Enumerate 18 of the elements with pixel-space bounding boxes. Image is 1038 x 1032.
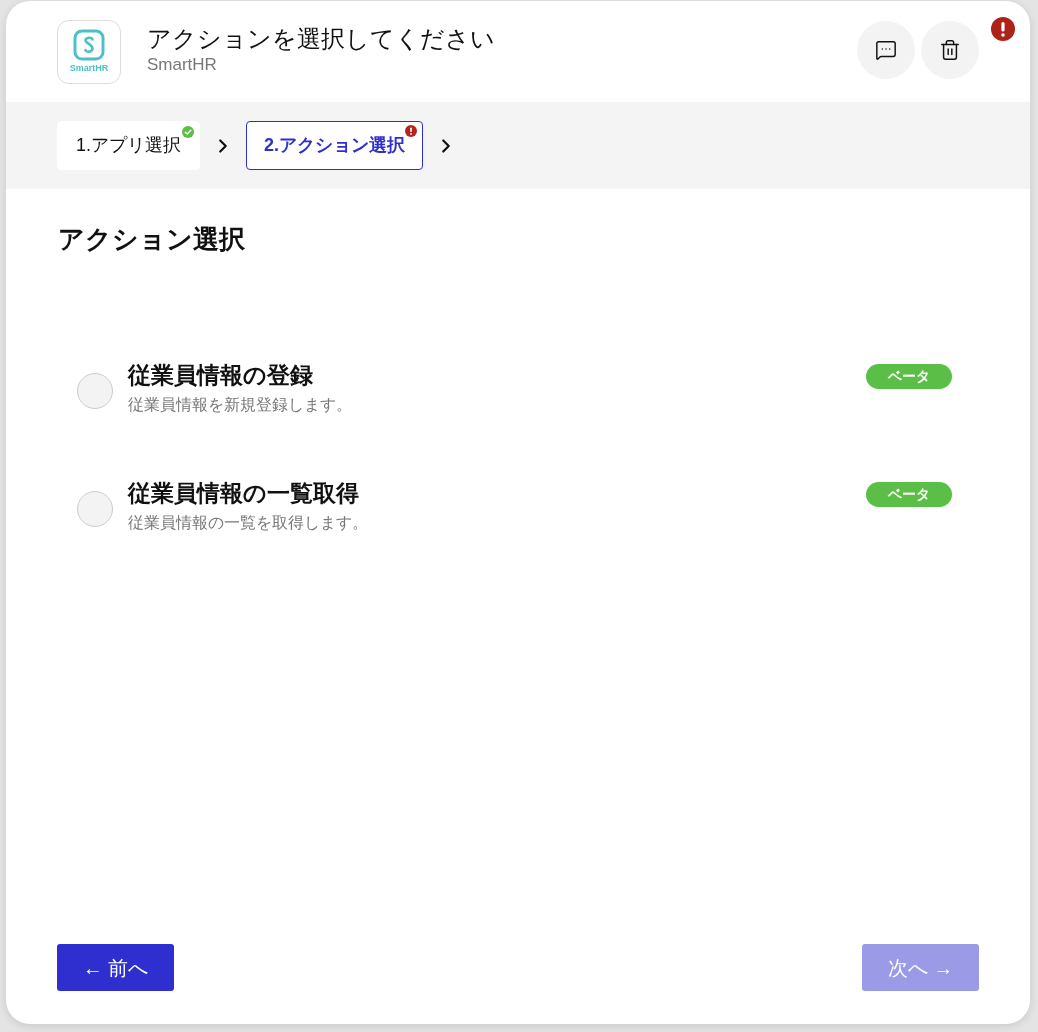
logo-text: SmartHR <box>69 63 109 74</box>
section-title: アクション選択 <box>58 223 246 256</box>
step-tab[interactable]: 1.アプリ選択 <box>57 121 200 170</box>
logo-icon <box>73 29 105 61</box>
action-description: 従業員情報を新規登録します。 <box>128 395 353 415</box>
dialog-title: アクションを選択してください <box>147 24 495 54</box>
delete-icon <box>939 39 961 61</box>
action-title: 従業員情報の登録 <box>128 361 314 390</box>
step-tab[interactable]: 2.アクション選択 <box>246 121 424 170</box>
radio-button[interactable] <box>77 373 113 409</box>
app-name: SmartHR <box>147 54 218 76</box>
beta-label: ベータ <box>866 482 952 507</box>
comment-icon <box>875 39 897 61</box>
radio-button[interactable] <box>77 491 113 527</box>
action-title: 従業員情報の一覧取得 <box>128 479 360 508</box>
action-description: 従業員情報の一覧を取得します。 <box>128 513 369 533</box>
previous-button[interactable]: ← 前へ <box>57 944 174 991</box>
beta-label: ベータ <box>866 364 952 389</box>
